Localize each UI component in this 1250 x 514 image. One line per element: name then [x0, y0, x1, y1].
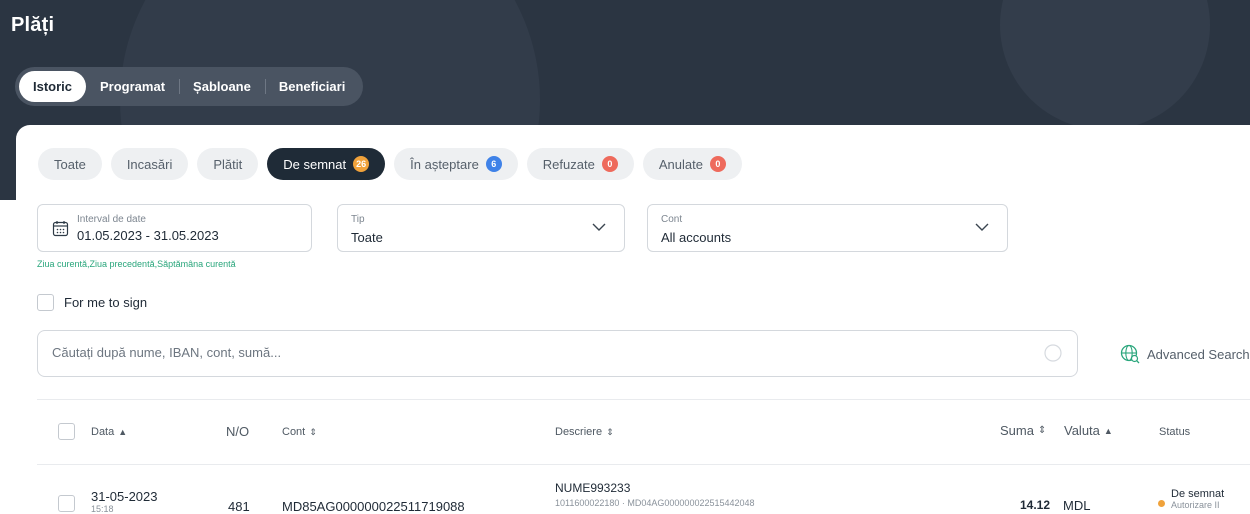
- filter-in-asteptare[interactable]: În așteptare 6: [394, 148, 518, 180]
- content-card: [16, 125, 1250, 514]
- field-value: 01.05.2023 - 31.05.2023: [77, 228, 219, 243]
- for-me-to-sign-row[interactable]: For me to sign: [37, 294, 147, 311]
- checkbox-label: For me to sign: [64, 295, 148, 310]
- filter-anulate[interactable]: Anulate 0: [642, 148, 742, 180]
- filter-incasari[interactable]: Incasări: [110, 148, 189, 180]
- divider: [37, 464, 1250, 465]
- sort-icon: ⇕: [309, 426, 317, 437]
- count-badge: 6: [485, 156, 502, 172]
- field-value: Toate: [351, 230, 383, 245]
- sort-asc-icon: ▲: [1103, 425, 1113, 436]
- status-dot-icon: [1158, 500, 1165, 507]
- tab-beneficiari[interactable]: Beneficiari: [264, 71, 359, 102]
- filter-toate[interactable]: Toate: [38, 148, 102, 180]
- account-select[interactable]: Cont All accounts: [647, 204, 1008, 252]
- field-value: All accounts: [661, 230, 732, 245]
- search-icon[interactable]: [1043, 343, 1063, 363]
- count-badge: 0: [709, 156, 726, 172]
- tab-istoric[interactable]: Istoric: [19, 71, 87, 102]
- search-input[interactable]: [52, 345, 1002, 360]
- for-me-to-sign-checkbox[interactable]: [37, 294, 54, 311]
- tab-sabloane[interactable]: Șabloane: [179, 71, 265, 102]
- chevron-down-icon: [975, 223, 989, 231]
- column-header-no: N/O: [226, 424, 250, 439]
- sort-icon: ⇕: [1037, 425, 1047, 436]
- column-header-status: Status: [1159, 426, 1191, 438]
- column-header-suma[interactable]: Suma ⇕: [1000, 423, 1046, 438]
- select-all-checkbox[interactable]: [58, 423, 75, 440]
- count-badge: 26: [353, 156, 370, 172]
- row-checkbox[interactable]: [58, 495, 75, 512]
- row-number: 481: [228, 499, 250, 514]
- advanced-search-label: Advanced Search: [1147, 346, 1250, 362]
- status-filters: Toate Incasări Plătit De semnat 26 În așt…: [38, 148, 742, 180]
- decor-circle: [1000, 0, 1210, 130]
- row-currency: MDL: [1063, 498, 1091, 513]
- page-title: Plăți: [11, 14, 55, 36]
- row-description: NUME993233 1011600022180 · MD04AG0000000…: [555, 481, 755, 508]
- tab-programat[interactable]: Programat: [86, 71, 179, 102]
- column-header-data[interactable]: Data ▲: [91, 426, 127, 438]
- filter-platit[interactable]: Plătit: [197, 148, 259, 180]
- row-date: 31-05-2023 15:18: [91, 489, 158, 514]
- chevron-down-icon: [592, 223, 606, 231]
- column-header-valuta[interactable]: Valuta ▲: [1064, 423, 1113, 438]
- calendar-icon: [52, 221, 69, 237]
- column-header-cont[interactable]: Cont ⇕: [282, 426, 317, 438]
- field-label: Tip: [351, 214, 365, 225]
- filter-de-semnat[interactable]: De semnat 26: [267, 148, 386, 180]
- table-row[interactable]: 31-05-2023 15:18 481 MD85AG0000000225117…: [0, 470, 1250, 514]
- date-range-field[interactable]: Interval de date 01.05.2023 - 31.05.2023: [37, 204, 312, 252]
- field-label: Interval de date: [77, 214, 146, 225]
- search-box: [37, 330, 1078, 377]
- filter-refuzate[interactable]: Refuzate 0: [526, 148, 634, 180]
- row-status: De semnat Autorizare II: [1158, 488, 1224, 510]
- column-header-descriere[interactable]: Descriere ⇕: [555, 426, 614, 438]
- table-header: Data ▲ N/O Cont ⇕ Descriere ⇕ Suma ⇕ Valuta ▲…: [0, 420, 1250, 444]
- quick-date-links[interactable]: Ziua curentă,Ziua precedentă,Săptămâna c…: [37, 259, 236, 269]
- sort-icon: ⇕: [606, 426, 614, 437]
- row-account: MD85AG000000022511719088: [282, 499, 465, 514]
- row-amount: 14.12: [1020, 498, 1051, 512]
- field-label: Cont: [661, 214, 683, 225]
- main-tabs: Istoric Programat Șabloane Beneficiari: [15, 67, 364, 106]
- sort-asc-icon: ▲: [118, 427, 128, 437]
- advanced-search-button[interactable]: Advanced Search: [1120, 344, 1250, 364]
- divider: [37, 399, 1250, 400]
- count-badge: 0: [601, 156, 618, 172]
- globe-search-icon: [1120, 344, 1140, 364]
- type-select[interactable]: Tip Toate: [337, 204, 625, 252]
